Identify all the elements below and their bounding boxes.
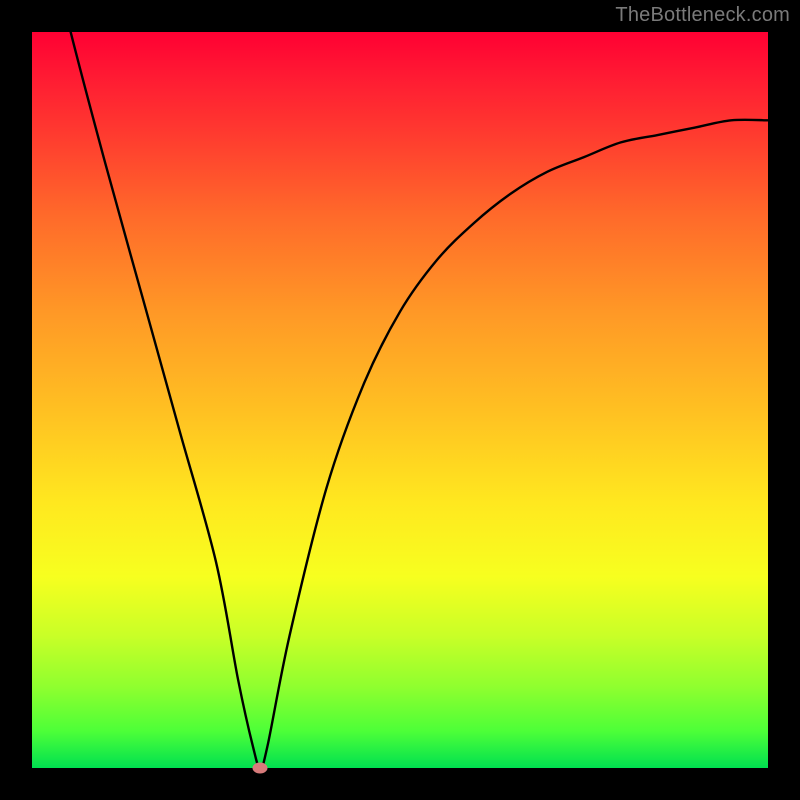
- plot-area: [32, 32, 768, 768]
- watermark-label: TheBottleneck.com: [615, 4, 790, 27]
- curve-path: [32, 32, 768, 768]
- chart-frame: TheBottleneck.com: [0, 0, 800, 800]
- nadir-marker: [253, 763, 268, 774]
- bottleneck-curve: [32, 32, 768, 768]
